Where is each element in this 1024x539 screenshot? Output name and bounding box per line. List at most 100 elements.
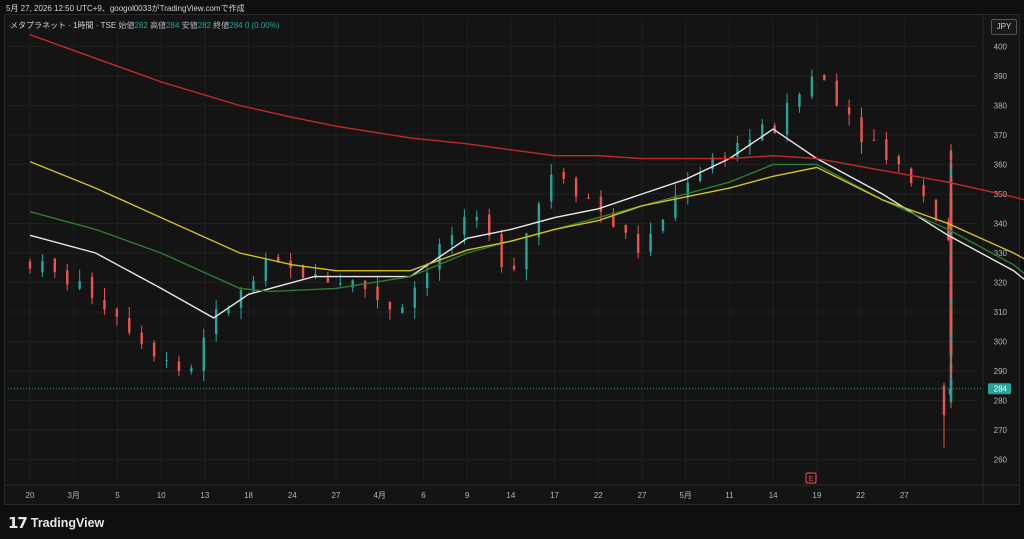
time-tick-label: 27 bbox=[638, 491, 647, 500]
close-label: 終値 bbox=[213, 21, 230, 30]
candle-body bbox=[872, 139, 876, 141]
price-tick-label: 260 bbox=[994, 456, 1008, 465]
candle-body bbox=[28, 261, 32, 269]
low-value: 282 bbox=[197, 21, 212, 30]
time-tick-label: 9 bbox=[465, 491, 470, 500]
time-tick-label: 19 bbox=[812, 491, 821, 500]
price-tick-label: 320 bbox=[994, 279, 1008, 288]
candle-body bbox=[66, 270, 69, 285]
candle-body bbox=[202, 337, 205, 371]
candle-body bbox=[847, 107, 851, 115]
candle-body bbox=[177, 361, 181, 372]
candle-body bbox=[363, 280, 367, 289]
candle-body bbox=[922, 185, 925, 197]
price-tick-label: 270 bbox=[994, 426, 1008, 435]
time-tick-label: 10 bbox=[157, 491, 166, 500]
low-label: 安値 bbox=[181, 21, 198, 30]
candle-body bbox=[761, 124, 764, 141]
time-tick-label: 4月 bbox=[373, 491, 385, 500]
currency-button[interactable]: JPY bbox=[991, 19, 1017, 35]
candle-body bbox=[450, 235, 454, 245]
time-tick-label: 18 bbox=[244, 491, 253, 500]
candle-body bbox=[798, 94, 801, 108]
candle-body bbox=[636, 234, 640, 253]
price-chart-svg: 4003903803703603503403303203103002902802… bbox=[5, 15, 1024, 504]
candle-body bbox=[463, 216, 466, 235]
candle-body bbox=[785, 103, 789, 135]
candle-body bbox=[599, 196, 603, 212]
candle-body bbox=[835, 80, 838, 106]
price-tick-label: 390 bbox=[994, 72, 1008, 81]
change-value: 0 (0.00%) bbox=[244, 21, 280, 30]
candle-body bbox=[860, 117, 863, 143]
price-tick-label: 330 bbox=[994, 249, 1008, 258]
open-label: 始値 bbox=[118, 21, 135, 30]
close-value: 284 bbox=[229, 21, 243, 30]
candle-body bbox=[425, 272, 429, 289]
candle-body bbox=[574, 178, 578, 197]
open-value: 282 bbox=[134, 21, 148, 30]
price-tick-label: 360 bbox=[994, 161, 1008, 170]
candle-body bbox=[53, 258, 57, 272]
tradingview-logo[interactable]: 17 TradingView bbox=[8, 514, 104, 532]
time-tick-label: 22 bbox=[856, 491, 865, 500]
time-tick-label: 27 bbox=[900, 491, 909, 500]
price-tick-label: 290 bbox=[994, 367, 1008, 376]
candle-body bbox=[475, 216, 478, 221]
price-tick-label: 300 bbox=[994, 338, 1008, 347]
candle-body bbox=[128, 317, 131, 333]
tradingview-logo-icon: 17 bbox=[8, 514, 28, 532]
candle-body bbox=[339, 283, 342, 285]
candle-body bbox=[649, 233, 652, 252]
candle-body bbox=[413, 287, 416, 308]
time-tick-label: 14 bbox=[506, 491, 515, 500]
time-tick-label: 14 bbox=[769, 491, 778, 500]
candle-body bbox=[698, 173, 702, 182]
time-tick-label: 5 bbox=[115, 491, 120, 500]
candle-body bbox=[537, 203, 541, 238]
time-tick-label: 6 bbox=[421, 491, 426, 500]
high-value: 284 bbox=[166, 21, 180, 30]
candle-body bbox=[388, 302, 392, 310]
candle-body bbox=[948, 388, 952, 395]
candle-body bbox=[115, 309, 119, 317]
candle-body bbox=[885, 139, 888, 161]
candle-body bbox=[949, 153, 953, 161]
time-tick-label: 3月 bbox=[67, 491, 79, 500]
candle-body bbox=[686, 182, 689, 198]
earnings-event-label: E bbox=[809, 476, 814, 483]
candle-body bbox=[736, 142, 739, 157]
time-tick-label: 13 bbox=[200, 491, 209, 500]
time-tick-label: 27 bbox=[332, 491, 341, 500]
candle-body bbox=[810, 76, 814, 97]
candle-body bbox=[550, 174, 553, 202]
candle-body bbox=[562, 171, 565, 179]
candle-body bbox=[949, 247, 953, 253]
candle-body bbox=[165, 359, 168, 361]
high-label: 高値 bbox=[150, 21, 167, 30]
price-tick-label: 400 bbox=[994, 43, 1008, 52]
footer-bar: 17 TradingView bbox=[0, 505, 1024, 539]
candle-body bbox=[326, 277, 330, 283]
candle-body bbox=[190, 367, 193, 372]
candle-body bbox=[525, 233, 528, 270]
candle-body bbox=[214, 309, 218, 334]
price-tick-label: 340 bbox=[994, 220, 1008, 229]
last-price-label: 284 bbox=[994, 385, 1008, 394]
candle-body bbox=[624, 224, 627, 233]
candle-body bbox=[512, 265, 516, 270]
candle-body bbox=[140, 332, 143, 345]
time-tick-label: 5月 bbox=[679, 491, 691, 500]
candle-body bbox=[227, 309, 230, 314]
candle-body bbox=[723, 156, 727, 158]
candle-body bbox=[488, 214, 491, 236]
candle-body bbox=[103, 299, 106, 310]
price-tick-label: 310 bbox=[994, 308, 1008, 317]
time-tick-label: 22 bbox=[594, 491, 603, 500]
candle-body bbox=[41, 261, 44, 273]
time-tick-label: 24 bbox=[288, 491, 297, 500]
candle-body bbox=[934, 199, 938, 220]
time-tick-label: 20 bbox=[26, 491, 35, 500]
symbol-name[interactable]: メタプラネット · 1時間 · TSE bbox=[10, 21, 116, 30]
price-tick-label: 280 bbox=[994, 397, 1008, 406]
